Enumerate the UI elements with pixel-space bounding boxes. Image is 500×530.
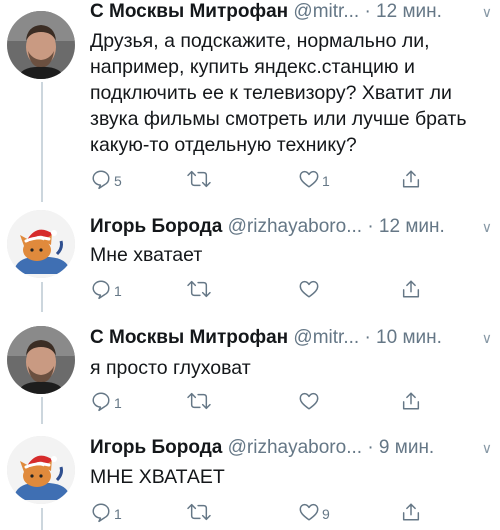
- reply-icon: [90, 278, 112, 300]
- tweet-time[interactable]: · 12 мин.: [367, 216, 444, 237]
- author-name[interactable]: С Москвы Митрофан: [90, 327, 288, 348]
- tweet-header: Игорь Борода @rizhayaboro... · 9 мин. ∨: [90, 436, 492, 460]
- share-button[interactable]: [400, 168, 422, 190]
- tweet-text: Мне хватает: [90, 244, 203, 266]
- tweet-text: МНЕ ХВАТАЕТ: [90, 466, 225, 488]
- author-handle[interactable]: @mitr...: [293, 1, 359, 22]
- reply-count: 1: [114, 506, 122, 522]
- reply-icon: [90, 501, 112, 523]
- tweet[interactable]: С Москвы Митрофан @mitr... · 10 мин. ∨ я…: [0, 312, 500, 424]
- avatar[interactable]: [7, 210, 75, 278]
- author-handle[interactable]: @rizhayaboro...: [228, 437, 362, 458]
- author-handle[interactable]: @rizhayaboro...: [228, 216, 362, 237]
- tweet-time[interactable]: · 10 мин.: [364, 327, 441, 348]
- retweet-icon: [186, 390, 212, 412]
- reply-count: 5: [114, 173, 122, 189]
- tweet-header: С Москвы Митрофан @mitr... · 10 мин. ∨: [90, 326, 492, 350]
- thread-connector-line: [41, 508, 43, 530]
- retweet-icon: [186, 278, 212, 300]
- author-name[interactable]: Игорь Борода: [90, 437, 222, 458]
- chevron-down-icon[interactable]: ∨: [482, 436, 492, 460]
- tweet-time[interactable]: · 12 мин.: [364, 1, 441, 22]
- heart-icon: [298, 278, 320, 300]
- reply-button[interactable]: 1: [90, 390, 122, 412]
- retweet-button[interactable]: [186, 278, 214, 300]
- like-button[interactable]: 9: [298, 501, 330, 523]
- like-button[interactable]: 1: [298, 168, 330, 190]
- chevron-down-icon[interactable]: ∨: [482, 0, 492, 24]
- tweet-header: С Москвы Митрофан @mitr... · 12 мин. ∨: [90, 0, 492, 24]
- share-button[interactable]: [400, 501, 422, 523]
- like-button[interactable]: [298, 278, 322, 300]
- share-icon: [400, 390, 422, 412]
- like-count: 1: [322, 173, 330, 189]
- avatar[interactable]: [7, 326, 75, 394]
- retweet-icon: [186, 168, 212, 190]
- reply-button[interactable]: 5: [90, 168, 122, 190]
- tweet[interactable]: С Москвы Митрофан @mitr... · 12 мин. ∨ Д…: [0, 0, 500, 202]
- retweet-icon: [186, 501, 212, 523]
- heart-icon: [298, 390, 320, 412]
- tweet-header: Игорь Борода @rizhayaboro... · 12 мин. ∨: [90, 215, 492, 239]
- like-count: 9: [322, 506, 330, 522]
- author-handle[interactable]: @mitr...: [293, 327, 359, 348]
- tweet[interactable]: Игорь Борода @rizhayaboro... · 12 мин. ∨…: [0, 202, 500, 312]
- retweet-button[interactable]: [186, 390, 214, 412]
- chevron-down-icon[interactable]: ∨: [482, 215, 492, 239]
- tweet-text: Друзья, а подскажите, нормально ли, напр…: [90, 30, 467, 156]
- tweet-time[interactable]: · 9 мин.: [367, 437, 434, 458]
- reply-button[interactable]: 1: [90, 501, 122, 523]
- reply-icon: [90, 168, 112, 190]
- tweet[interactable]: Игорь Борода @rizhayaboro... · 9 мин. ∨ …: [0, 424, 500, 530]
- heart-icon: [298, 501, 320, 523]
- chevron-down-icon[interactable]: ∨: [482, 326, 492, 350]
- author-name[interactable]: С Москвы Митрофан: [90, 1, 288, 22]
- retweet-button[interactable]: [186, 168, 214, 190]
- like-button[interactable]: [298, 390, 322, 412]
- share-icon: [400, 168, 422, 190]
- author-name[interactable]: Игорь Борода: [90, 216, 222, 237]
- share-button[interactable]: [400, 278, 422, 300]
- reply-count: 1: [114, 283, 122, 299]
- reply-count: 1: [114, 395, 122, 411]
- reply-icon: [90, 390, 112, 412]
- avatar[interactable]: [7, 11, 75, 79]
- avatar[interactable]: [7, 436, 75, 504]
- share-icon: [400, 501, 422, 523]
- tweet-text: я просто глуховат: [90, 357, 251, 379]
- retweet-button[interactable]: [186, 501, 214, 523]
- share-button[interactable]: [400, 390, 422, 412]
- tweet-thread: С Москвы Митрофан @mitr... · 12 мин. ∨ Д…: [0, 0, 500, 530]
- thread-connector-line: [41, 397, 43, 424]
- reply-button[interactable]: 1: [90, 278, 122, 300]
- share-icon: [400, 278, 422, 300]
- thread-connector-line: [41, 82, 43, 202]
- thread-connector-line: [41, 282, 43, 312]
- heart-icon: [298, 168, 320, 190]
